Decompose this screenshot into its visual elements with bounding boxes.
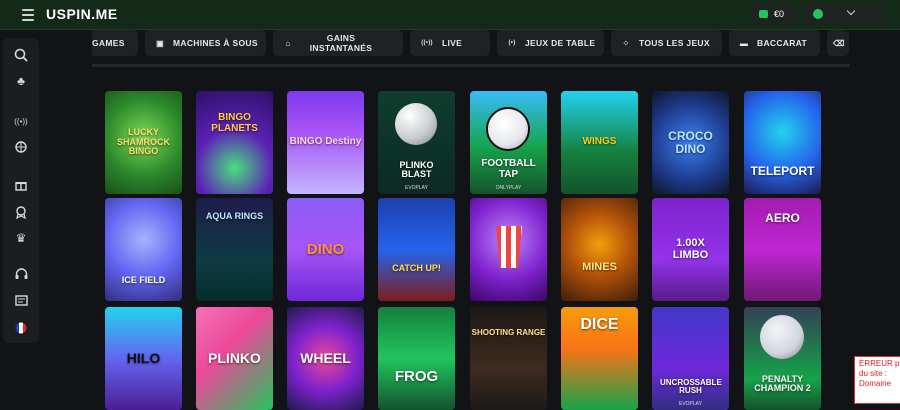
game-tile[interactable]: AERO [744, 198, 821, 301]
wallet-icon [759, 10, 768, 18]
game-tile[interactable]: BINGO Destiny [287, 91, 364, 194]
game-tile[interactable]: FROG [378, 307, 455, 410]
game-tile[interactable]: UNCROSSABLE RUSH EVOPLAY [652, 307, 729, 410]
tab-baccarat[interactable]: ▬ BACCARAT [729, 30, 820, 56]
game-tile[interactable]: CATCH UP! [378, 198, 455, 301]
award-icon[interactable] [11, 202, 31, 222]
ball-graphic [395, 103, 437, 145]
basketball-icon[interactable] [11, 137, 31, 157]
tab-slots[interactable]: ▣ MACHINES À SOUS [145, 30, 266, 56]
football-graphic [486, 107, 530, 151]
news-icon[interactable] [11, 290, 31, 310]
game-tile[interactable]: DICE [561, 307, 638, 410]
category-tabs: GAMES ▣ MACHINES À SOUS ⌂ GAINS INSTANTAN… [92, 30, 850, 66]
football-graphic [760, 315, 804, 359]
game-tile[interactable]: LUCKY SHAMROCK BINGO [105, 91, 182, 194]
live-icon: ((•)) [421, 40, 433, 46]
gift-icon[interactable] [11, 175, 31, 195]
game-tile[interactable]: TELEPORT [744, 91, 821, 194]
tab-more[interactable]: ⌫ [827, 30, 849, 56]
basket-icon: ⌫ [833, 38, 845, 48]
headset-icon[interactable] [11, 264, 31, 284]
basket-icon: ⌂ [285, 38, 291, 48]
error-notice: ERREUR p du site : Domaine [854, 356, 900, 404]
balance-button[interactable]: €0 [751, 3, 797, 25]
tab-games[interactable]: GAMES [92, 30, 138, 56]
tab-live[interactable]: ((•)) LIVE [410, 30, 490, 56]
search-icon[interactable] [11, 45, 31, 65]
game-tile[interactable]: WINGS [561, 91, 638, 194]
site-logo[interactable]: USPIN.ME [46, 6, 118, 22]
game-tile[interactable]: PLINKO [196, 307, 273, 410]
game-tile[interactable]: FOOTBALL TAP ONLYPLAY [470, 91, 547, 194]
game-tile[interactable]: DINO [287, 198, 364, 301]
avatar [813, 9, 823, 19]
crown-icon[interactable]: ♛ [11, 228, 31, 248]
game-tile[interactable]: 1.00X LIMBO [652, 198, 729, 301]
slot-machine-icon: ▣ [156, 38, 164, 48]
france-flag-icon[interactable] [11, 318, 31, 338]
table-games-icon: (•) [508, 40, 516, 46]
popcorn-graphic [496, 226, 522, 268]
game-tile[interactable]: MINES [561, 198, 638, 301]
category-scrollbar[interactable] [92, 64, 850, 67]
tab-all-games[interactable]: ⁘ TOUS LES JEUX [611, 30, 722, 56]
tab-table-games[interactable]: (•) JEUX DE TABLE [497, 30, 604, 56]
game-tile[interactable]: BINGO PLANETS [196, 91, 273, 194]
game-tile[interactable]: AQUA RINGS [196, 198, 273, 301]
tab-instant-wins[interactable]: ⌂ GAINS INSTANTANÉS [273, 30, 403, 56]
menu-icon[interactable] [22, 9, 34, 21]
top-bar: USPIN.ME €0 [0, 0, 900, 30]
balance-amount: €0 [774, 9, 785, 19]
account-menu[interactable] [804, 3, 884, 25]
clubs-icon[interactable]: ♣ [11, 71, 31, 91]
grid-icon: ⁘ [622, 38, 630, 48]
chevron-down-icon [846, 6, 856, 16]
game-tile[interactable]: ICE FIELD [105, 198, 182, 301]
live-icon[interactable]: ((•)) [11, 111, 31, 131]
game-tile[interactable]: HILO [105, 307, 182, 410]
game-tile[interactable] [470, 198, 547, 301]
game-tile[interactable]: PENALTY CHAMPION 2 [744, 307, 821, 410]
sidebar: ♣ ((•)) ♛ [3, 38, 39, 343]
game-tile[interactable]: SHOOTING RANGE [470, 307, 547, 410]
cards-icon: ▬ [739, 38, 749, 48]
game-tile[interactable]: WHEEL [287, 307, 364, 410]
game-tile[interactable]: CROCO DINO [652, 91, 729, 194]
game-tile[interactable]: PLINKO BLAST EVOPLAY [378, 91, 455, 194]
